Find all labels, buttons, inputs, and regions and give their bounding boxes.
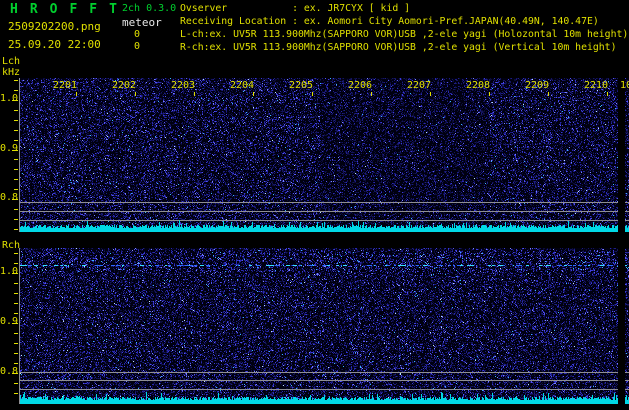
time-label: 2205 bbox=[289, 80, 314, 91]
time-tick bbox=[430, 92, 431, 96]
time-tick bbox=[312, 92, 313, 96]
time-label: 2204 bbox=[230, 80, 255, 91]
lch-freq-tick bbox=[14, 209, 18, 210]
time-label: 2207 bbox=[407, 80, 432, 91]
rch-freq-tick bbox=[14, 293, 18, 294]
rch-freq-tick bbox=[14, 333, 18, 334]
rch-freq-tick bbox=[14, 303, 18, 304]
observation-datetime: 25.09.20 22:00 bbox=[8, 38, 101, 51]
rch-freq-label: 0.9 bbox=[0, 316, 19, 327]
lch-freq-tick bbox=[14, 140, 18, 141]
meteor-counter-label: meteor bbox=[122, 16, 162, 29]
lch-freq-tick bbox=[14, 169, 18, 170]
lch-freq-tick bbox=[14, 90, 18, 91]
time-label: 2201 bbox=[53, 80, 78, 91]
lch-freq-tick bbox=[14, 130, 18, 131]
time-tick bbox=[135, 92, 136, 96]
rch-axis-line bbox=[19, 248, 20, 404]
rch-freq-label: 1.0 bbox=[0, 266, 19, 277]
hrofft-screen: HROFFT 2ch 0.3.0 2509202200.png meteor 0… bbox=[0, 0, 629, 410]
lch-freq-tick bbox=[14, 110, 18, 111]
location-info-line: Receiving Location : ex. Aomori City Aom… bbox=[180, 16, 599, 27]
file-name: 2509202200.png bbox=[8, 20, 101, 33]
lch-freq-tick bbox=[14, 159, 18, 160]
time-tick bbox=[253, 92, 254, 96]
lch-freq-label: 0.8 bbox=[0, 192, 19, 203]
app-version: 2ch 0.3.0 bbox=[122, 3, 177, 14]
rch-freq-tick bbox=[14, 283, 18, 284]
rch-freq-tick bbox=[14, 393, 18, 394]
observer-info-line: Ovserver : ex. JR7CYX [ kid ] bbox=[180, 3, 411, 14]
rch-spectrogram bbox=[20, 248, 629, 404]
time-tick bbox=[607, 92, 608, 96]
lch-spectrogram bbox=[20, 78, 629, 232]
time-label: 2206 bbox=[348, 80, 373, 91]
lch-freq-label: 0.9 bbox=[0, 143, 19, 154]
lch-freq-tick bbox=[14, 219, 18, 220]
rch-freq-tick bbox=[14, 313, 18, 314]
lch-freq-tick bbox=[14, 189, 18, 190]
time-tick bbox=[548, 92, 549, 96]
lch-freq-tick bbox=[14, 229, 18, 230]
meteor-count-bottom: 0 bbox=[134, 41, 141, 52]
time-tick bbox=[489, 92, 490, 96]
meteor-count-top: 0 bbox=[134, 29, 141, 40]
time-label: 2202 bbox=[112, 80, 137, 91]
lch-freq-label: 1.0 bbox=[0, 93, 19, 104]
time-label: 2203 bbox=[171, 80, 196, 91]
time-tick bbox=[76, 92, 77, 96]
rch-receiver-info-line: R-ch:ex. UV5R 113.900Mhz(SAPPORO VOR)USB… bbox=[180, 42, 617, 53]
lch-freq-tick bbox=[14, 120, 18, 121]
time-label: 2209 bbox=[525, 80, 550, 91]
time-label: 2208 bbox=[466, 80, 491, 91]
rch-freq-tick bbox=[14, 363, 18, 364]
rch-channel-label: Rch bbox=[2, 240, 21, 251]
frequency-unit-label: kHz bbox=[2, 67, 21, 78]
rch-freq-tick bbox=[14, 383, 18, 384]
lch-channel-label: Lch bbox=[2, 56, 21, 67]
app-title: HROFFT bbox=[10, 2, 129, 17]
time-label: 10 bbox=[620, 80, 629, 91]
lch-receiver-info-line: L-ch:ex. UV5R 113.900Mhz(SAPPORO VOR)USB… bbox=[180, 29, 629, 40]
time-label: 2210 bbox=[584, 80, 609, 91]
lch-freq-tick bbox=[14, 179, 18, 180]
rch-freq-tick bbox=[14, 263, 18, 264]
rch-freq-label: 0.8 bbox=[0, 366, 19, 377]
lch-freq-tick bbox=[14, 80, 18, 81]
time-tick bbox=[194, 92, 195, 96]
rch-freq-tick bbox=[14, 343, 18, 344]
lch-axis-line bbox=[19, 78, 20, 232]
rch-freq-tick bbox=[14, 253, 18, 254]
rch-freq-tick bbox=[14, 353, 18, 354]
time-tick bbox=[371, 92, 372, 96]
